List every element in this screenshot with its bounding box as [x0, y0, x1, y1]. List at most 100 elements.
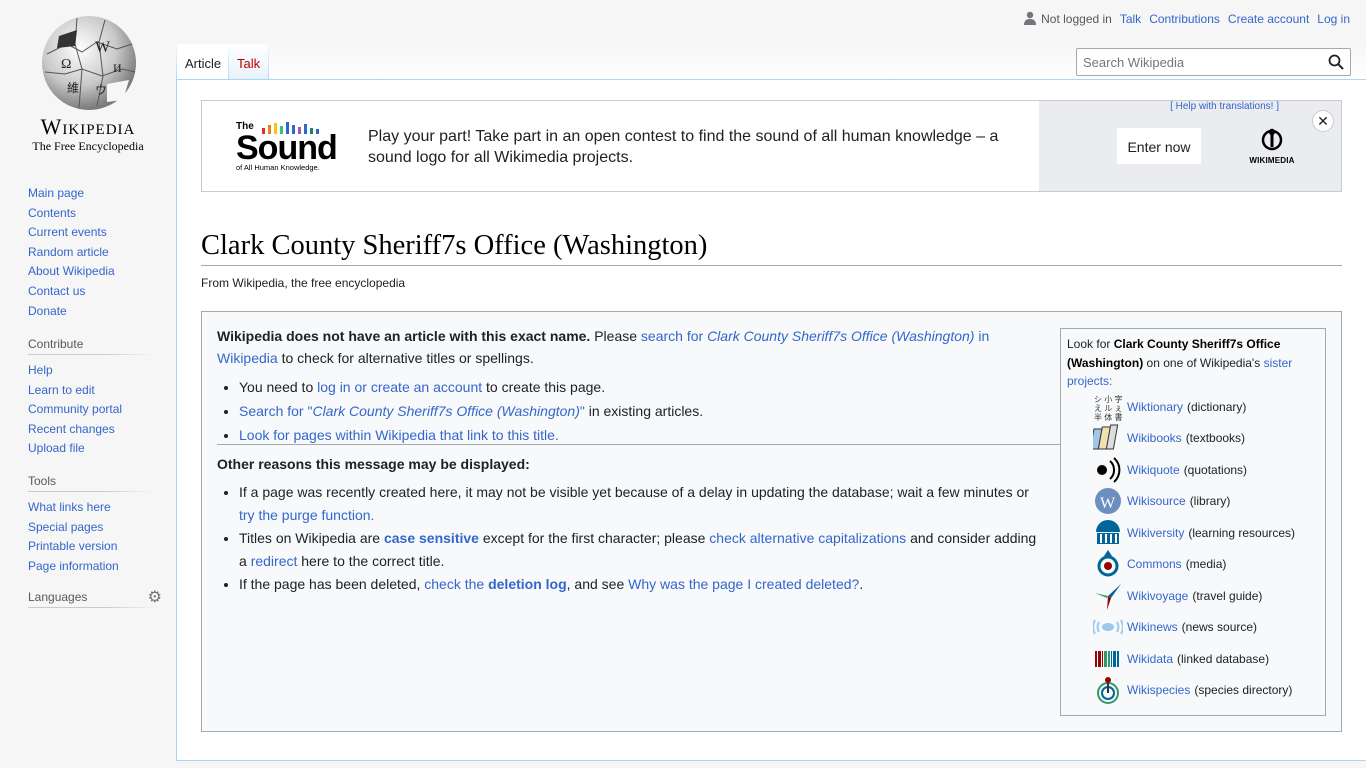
sidebar-item-contact-us[interactable]: Contact us [28, 284, 85, 298]
commons-link[interactable]: Commons [1127, 555, 1182, 574]
sidebar-item-contents[interactable]: Contents [28, 206, 76, 220]
wikimedia-icon [1261, 128, 1283, 151]
reason2-pre: Titles on Wikipedia are [239, 530, 384, 546]
page-title: Clark County Sheriff7s Office (Washingto… [201, 228, 1342, 266]
wikiquote-link[interactable]: Wikiquote [1127, 461, 1180, 480]
wikisource-link[interactable]: Wikisource [1127, 492, 1186, 511]
sidebar-item-page-information[interactable]: Page information [28, 559, 119, 573]
login-create-link[interactable]: log in or create an account [317, 379, 482, 395]
wikiversity-desc: (learning resources) [1188, 525, 1296, 540]
list-item: If the page has been deleted, check the … [239, 573, 1047, 596]
wikiversity-icon [1093, 518, 1123, 548]
reason3-post: . [859, 576, 864, 592]
reason1-pre: If a page was recently created here, it … [239, 484, 1029, 500]
sidebar-item-about-wikipedia[interactable]: About Wikipedia [28, 264, 115, 278]
wikipedia-globe-icon: W Ω И 維 ウ [42, 16, 136, 110]
purge-link[interactable]: try the purge function [239, 507, 371, 523]
wikispecies-link[interactable]: Wikispecies [1127, 681, 1190, 700]
sister-project-item: Wikiquote (quotations) [1093, 455, 1247, 485]
svg-text:半 体 書: 半 体 書 [1094, 412, 1122, 422]
wikinews-icon [1093, 612, 1123, 642]
sister-project-item: Wikinews (news source) [1093, 612, 1257, 642]
no-article-bold: Wikipedia does not have an article with … [217, 328, 591, 344]
sidebar-item-help[interactable]: Help [28, 363, 53, 377]
tab-article[interactable]: Article [177, 44, 230, 80]
wikinews-link[interactable]: Wikinews [1127, 618, 1178, 637]
contributions-link[interactable]: Contributions [1149, 12, 1220, 26]
sidebar-item-upload-file[interactable]: Upload file [28, 441, 85, 455]
enter-now-button[interactable]: Enter now [1117, 128, 1201, 164]
intro-tail: to check for alternative titles or spell… [277, 350, 534, 366]
list-item: Search for "Clark County Sheriff7s Offic… [239, 399, 1047, 423]
why-deleted-link[interactable]: Why was the page I created deleted? [628, 576, 859, 592]
svg-text:W: W [1100, 495, 1116, 512]
what-links-link[interactable]: Look for pages within Wikipedia that lin… [239, 427, 555, 443]
deletion-log-label: deletion log [488, 576, 567, 592]
create-account-link[interactable]: Create account [1228, 12, 1309, 26]
sidebar-item-what-links-here[interactable]: What links here [28, 500, 111, 514]
sidebar-heading-languages: Languages ⚙ [28, 589, 162, 608]
wikibooks-link[interactable]: Wikibooks [1127, 429, 1182, 448]
sister-project-item: Commons (media) [1093, 549, 1226, 579]
wikipedia-logo[interactable]: W Ω И 維 ウ Wikipedia The Free Encyclopedi… [0, 0, 176, 160]
case-sensitive-link[interactable]: case sensitive [384, 530, 479, 546]
wikibooks-icon [1093, 423, 1123, 453]
sidebar-item-main-page[interactable]: Main page [28, 186, 84, 200]
close-icon[interactable]: ✕ [1312, 110, 1334, 132]
sidebar-item-donate[interactable]: Donate [28, 304, 67, 318]
not-logged-in: Not logged in [1023, 11, 1112, 26]
bullet1-pre: You need to [239, 379, 318, 395]
bullet3-post: . [554, 427, 559, 443]
capitalizations-link[interactable]: check alternative capitalizations [709, 530, 906, 546]
sidebar-item-community-portal[interactable]: Community portal [28, 402, 122, 416]
not-logged-in-label: Not logged in [1041, 12, 1112, 26]
deletion-log-link[interactable]: check the deletion log [424, 576, 566, 592]
sidebar-item-current-events[interactable]: Current events [28, 225, 107, 239]
svg-text:ウ: ウ [95, 83, 107, 97]
wikidata-icon [1093, 644, 1123, 674]
sidebar-heading-tools: Tools [28, 474, 154, 492]
search-input[interactable] [1077, 49, 1317, 75]
wikimedia-wordmark: WIKIMEDIA [1249, 156, 1295, 165]
sidebar-tools: Tools What links here Special pages Prin… [28, 474, 154, 576]
intro-please: Please [590, 328, 641, 344]
list-item: Titles on Wikipedia are case sensitive e… [239, 527, 1047, 573]
divider [217, 444, 1060, 445]
wikidata-link[interactable]: Wikidata [1127, 650, 1173, 669]
sidebar-item-recent-changes[interactable]: Recent changes [28, 422, 115, 436]
wikisource-desc: (library) [1189, 493, 1231, 508]
sister-colon: : [1109, 374, 1113, 388]
wikivoyage-link[interactable]: Wikivoyage [1127, 587, 1188, 606]
reason2-post: here to the correct title. [297, 553, 445, 569]
wiktionary-link[interactable]: Wiktionary [1127, 398, 1183, 417]
wikimedia-logo: WIKIMEDIA [1244, 127, 1300, 165]
svg-text:Ω: Ω [61, 57, 71, 72]
sidebar-item-printable-version[interactable]: Printable version [28, 539, 117, 553]
sister-project-item: Wikiversity (learning resources) [1093, 518, 1295, 548]
svg-text:シ 小 字: シ 小 字 [1094, 394, 1122, 404]
personal-tools: Not logged in Talk Contributions Create … [1015, 11, 1350, 26]
sound-logo: The Sound of All Human Knowledge. [236, 121, 346, 173]
sidebar-item-special-pages[interactable]: Special pages [28, 520, 103, 534]
sidebar-item-learn-to-edit[interactable]: Learn to edit [28, 383, 95, 397]
wikiversity-link[interactable]: Wikiversity [1127, 524, 1184, 543]
gear-icon[interactable]: ⚙ [148, 587, 162, 607]
talk-link[interactable]: Talk [1120, 12, 1141, 26]
sidebar-item-random-article[interactable]: Random article [28, 245, 109, 259]
search-box [1076, 48, 1351, 76]
banner-action-panel: [ Help with translations! ] Enter now WI… [1039, 101, 1341, 191]
no-article-box: Wikipedia does not have an article with … [201, 311, 1342, 732]
svg-text:維: 維 [67, 81, 79, 95]
help-translations-link[interactable]: [ Help with translations! ] [1170, 101, 1279, 112]
search-link-title: Clark County Sheriff7s Office (Washingto… [707, 328, 975, 344]
wiktionary-desc: (dictionary) [1187, 399, 1247, 414]
tab-talk[interactable]: Talk [229, 44, 269, 80]
login-link[interactable]: Log in [1317, 12, 1350, 26]
redirect-link[interactable]: redirect [251, 553, 298, 569]
languages-label: Languages [28, 590, 88, 604]
svg-text:え ル ぇ: え ル ぇ [1094, 404, 1122, 413]
search-icon[interactable] [1328, 54, 1344, 70]
content-area: The Sound of All Human Knowledge. Play y… [176, 79, 1366, 761]
deletion-log-pre: check the [424, 576, 489, 592]
search-existing-link[interactable]: Search for "Clark County Sheriff7s Offic… [239, 403, 585, 419]
